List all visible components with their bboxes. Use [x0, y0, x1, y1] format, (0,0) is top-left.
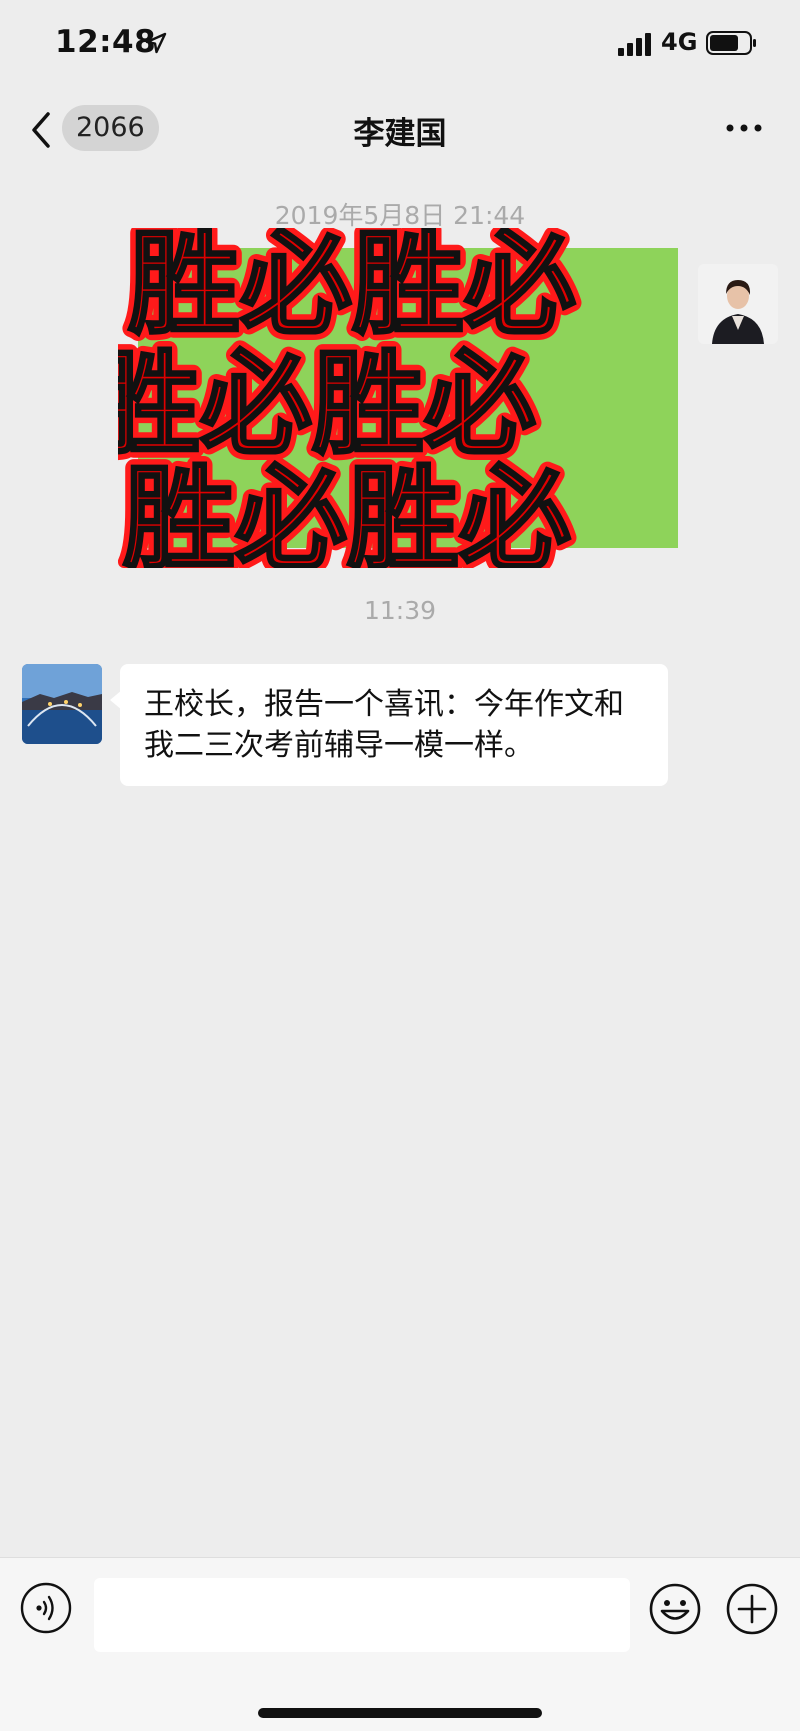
- location-arrow-icon: [145, 32, 167, 54]
- smiley-icon[interactable]: [648, 1582, 702, 1636]
- unread-count-badge[interactable]: 2066: [62, 105, 159, 151]
- sticker-text-outline-1: 胜必胜必: [128, 228, 576, 350]
- sticker-text-outline-3: 胜必胜必: [123, 455, 571, 568]
- chat-title: 李建国: [353, 116, 447, 152]
- signal-icon: [618, 33, 651, 56]
- status-time: 12:48: [55, 24, 157, 60]
- voice-icon[interactable]: [20, 1582, 72, 1634]
- network-label: 4G: [661, 28, 698, 56]
- input-bar: [0, 1557, 800, 1731]
- text-message-bubble[interactable]: 王校长，报告一个喜讯：今年作文和我二三次考前辅导一模一样。: [120, 664, 668, 786]
- battery-icon: [706, 31, 756, 55]
- nav-bar: 2066 李建国: [0, 90, 800, 170]
- sticker-message[interactable]: 胜必胜必 胜必胜必 胜必胜必 胜必胜必 胜必胜必 胜必胜必: [118, 228, 688, 568]
- message-timestamp: 2019年5月8日 21:44: [274, 201, 526, 230]
- status-bar: 12:48 4G: [0, 0, 800, 88]
- home-indicator: [258, 1708, 542, 1718]
- message-timestamp: 11:39: [363, 596, 437, 625]
- sticker-text-outline-2: 胜必胜必: [118, 340, 536, 470]
- plus-circle-icon[interactable]: [725, 1582, 779, 1636]
- avatar[interactable]: [698, 264, 778, 344]
- more-dots-icon[interactable]: [724, 120, 764, 136]
- text-message-content: 王校长，报告一个喜讯：今年作文和我二三次考前辅导一模一样。: [144, 687, 624, 763]
- chevron-left-icon[interactable]: [28, 110, 54, 150]
- message-input[interactable]: [94, 1578, 630, 1652]
- avatar[interactable]: [22, 664, 102, 744]
